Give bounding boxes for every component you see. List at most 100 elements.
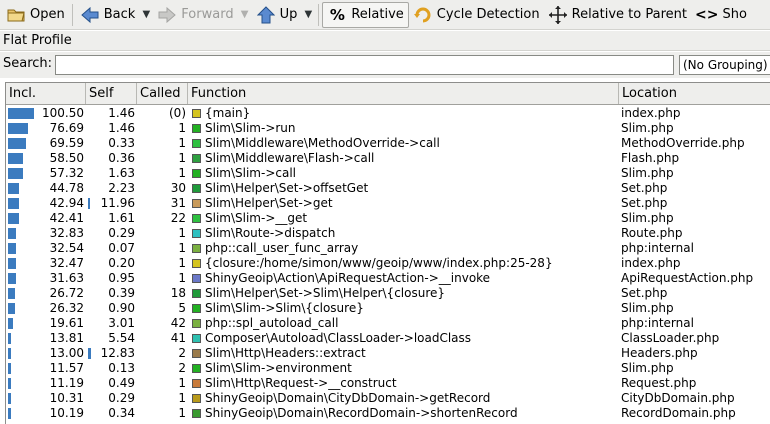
table-row[interactable]: 19.61 3.01 42 php::spl_autoload_call php:int… — [6, 316, 770, 331]
grouping-select[interactable]: (No Grouping) — [679, 55, 770, 75]
back-dropdown-icon[interactable]: ▼ — [139, 2, 153, 28]
self-value: 0.07 — [108, 241, 135, 255]
table-row[interactable]: 69.59 0.33 1 Slim\Middleware\MethodOverride… — [6, 136, 770, 151]
table-row[interactable]: 13.81 5.54 41 Composer\Autoload\ClassLoader… — [6, 331, 770, 346]
arrow-up-icon — [256, 5, 276, 25]
table-row[interactable]: 32.54 0.07 1 php::call_user_func_array php:i… — [6, 241, 770, 256]
self-value: 0.90 — [108, 301, 135, 315]
called-value: 1 — [178, 241, 186, 255]
table-row[interactable]: 44.78 2.23 30 Slim\Helper\Set->offsetGet Set… — [6, 181, 770, 196]
cost-color-swatch-icon — [192, 394, 201, 403]
cycle-detection-toggle[interactable]: Cycle Detection — [409, 2, 544, 28]
table-row[interactable]: 26.72 0.39 18 Slim\Helper\Set->Slim\Helper\… — [6, 286, 770, 301]
toolbar: Open Back ▼ Forward ▼ Up ▼ % Relative Cy… — [0, 0, 770, 30]
incl-value: 58.50 — [49, 151, 84, 165]
cost-color-swatch-icon — [192, 304, 201, 313]
table-row[interactable]: 32.47 0.20 1 {closure:/home/simon/www/geoip… — [6, 256, 770, 271]
cost-color-swatch-icon — [192, 379, 201, 388]
location-value: ApiRequestAction.php — [621, 271, 754, 285]
called-value: 1 — [178, 226, 186, 240]
called-value: 2 — [178, 361, 186, 375]
function-name: Slim\Helper\Set->Slim\Helper\{closure} — [205, 286, 446, 300]
incl-value: 100.50 — [42, 106, 84, 120]
called-value: 1 — [178, 166, 186, 180]
table-row[interactable]: 13.00 12.83 2 Slim\Http\Headers::extract Hea… — [6, 346, 770, 361]
table-row[interactable]: 31.63 0.95 1 ShinyGeoip\Action\ApiRequestAc… — [6, 271, 770, 286]
incl-value: 31.63 — [49, 271, 84, 285]
called-value: 1 — [178, 376, 186, 390]
location-value: Route.php — [621, 226, 683, 240]
back-button[interactable]: Back — [76, 2, 140, 28]
column-header-incl[interactable]: Incl. — [6, 83, 86, 104]
location-value: Set.php — [621, 196, 668, 210]
location-value: RecordDomain.php — [621, 406, 736, 420]
cost-color-swatch-icon — [192, 259, 201, 268]
column-header-location[interactable]: Location — [619, 83, 770, 104]
relative-to-parent-label: Relative to Parent — [571, 7, 687, 22]
location-value: php:internal — [621, 241, 694, 255]
called-value: 1 — [178, 121, 186, 135]
incl-value: 13.00 — [49, 346, 84, 360]
function-name: Slim\Slim->Slim\{closure} — [205, 301, 364, 315]
column-header-function[interactable]: Function — [188, 83, 619, 104]
location-value: Slim.php — [621, 121, 674, 135]
location-value: ClassLoader.php — [621, 331, 720, 345]
column-header-called[interactable]: Called — [137, 83, 188, 104]
table-row[interactable]: 32.83 0.29 1 Slim\Route->dispatch Route.php — [6, 226, 770, 241]
relative-to-parent-toggle[interactable]: Relative to Parent — [544, 2, 691, 28]
incl-value: 10.31 — [49, 391, 84, 405]
table-row[interactable]: 57.32 1.63 1 Slim\Slim->call Slim.php — [6, 166, 770, 181]
table-row[interactable]: 10.19 0.34 1 ShinyGeoip\Domain\RecordDomain… — [6, 406, 770, 421]
table-body: 100.50 1.46 (0) {main} index.php 76.69 1.46 1 Sl… — [6, 106, 770, 421]
arrow-right-icon — [157, 5, 177, 25]
called-value: (0) — [169, 106, 186, 120]
show-button[interactable]: <> Sho — [691, 2, 751, 28]
cost-color-swatch-icon — [192, 364, 201, 373]
cost-color-swatch-icon — [192, 109, 201, 118]
toolbar-separator — [318, 3, 320, 26]
called-value: 41 — [170, 331, 186, 345]
table-row[interactable]: 11.19 0.49 1 Slim\Http\Request->__construct… — [6, 376, 770, 391]
function-name: Slim\Route->dispatch — [205, 226, 336, 240]
location-value: CityDbDomain.php — [621, 391, 735, 405]
search-input[interactable] — [55, 55, 674, 75]
called-value: 22 — [170, 211, 186, 225]
cost-color-swatch-icon — [192, 319, 201, 328]
cost-color-swatch-icon — [192, 334, 201, 343]
column-header-self[interactable]: Self — [86, 83, 137, 104]
function-name: Slim\Http\Headers::extract — [205, 346, 366, 360]
table-row[interactable]: 11.57 0.13 2 Slim\Slim->environment Slim.php — [6, 361, 770, 376]
forward-dropdown-icon[interactable]: ▼ — [238, 2, 252, 28]
incl-value: 32.83 — [49, 226, 84, 240]
panel-title: Flat Profile — [0, 31, 770, 51]
table-row[interactable]: 42.94 11.96 31 Slim\Helper\Set->get Set.php — [6, 196, 770, 211]
relative-toggle[interactable]: % Relative — [322, 1, 409, 28]
cost-color-swatch-icon — [192, 244, 201, 253]
called-value: 1 — [178, 406, 186, 420]
incl-value: 26.32 — [49, 301, 84, 315]
function-name: php::spl_autoload_call — [205, 316, 339, 330]
move-arrows-icon — [548, 5, 568, 25]
self-value: 0.95 — [108, 271, 135, 285]
open-button[interactable]: Open — [0, 2, 69, 28]
location-value: index.php — [621, 106, 681, 120]
forward-button[interactable]: Forward — [153, 2, 237, 28]
up-dropdown-icon[interactable]: ▼ — [301, 2, 315, 28]
table-row[interactable]: 10.31 0.29 1 ShinyGeoip\Domain\CityDbDomain… — [6, 391, 770, 406]
called-value: 30 — [170, 181, 186, 195]
location-value: Headers.php — [621, 346, 698, 360]
table-row[interactable]: 100.50 1.46 (0) {main} index.php — [6, 106, 770, 121]
cost-color-swatch-icon — [192, 229, 201, 238]
open-label: Open — [30, 7, 65, 22]
table-row[interactable]: 42.41 1.61 22 Slim\Slim->__get Slim.php — [6, 211, 770, 226]
self-value: 1.46 — [108, 106, 135, 120]
table-row[interactable]: 58.50 0.36 1 Slim\Middleware\Flash->call Fla… — [6, 151, 770, 166]
function-name: ShinyGeoip\Domain\CityDbDomain->getRecor… — [205, 391, 491, 405]
table-row[interactable]: 26.32 0.90 5 Slim\Slim->Slim\{closure} Slim.… — [6, 301, 770, 316]
location-value: MethodOverride.php — [621, 136, 745, 150]
function-name: Slim\Slim->environment — [205, 361, 352, 375]
incl-value: 57.32 — [49, 166, 84, 180]
table-row[interactable]: 76.69 1.46 1 Slim\Slim->run Slim.php — [6, 121, 770, 136]
location-value: Flash.php — [621, 151, 680, 165]
up-button[interactable]: Up — [252, 2, 302, 28]
